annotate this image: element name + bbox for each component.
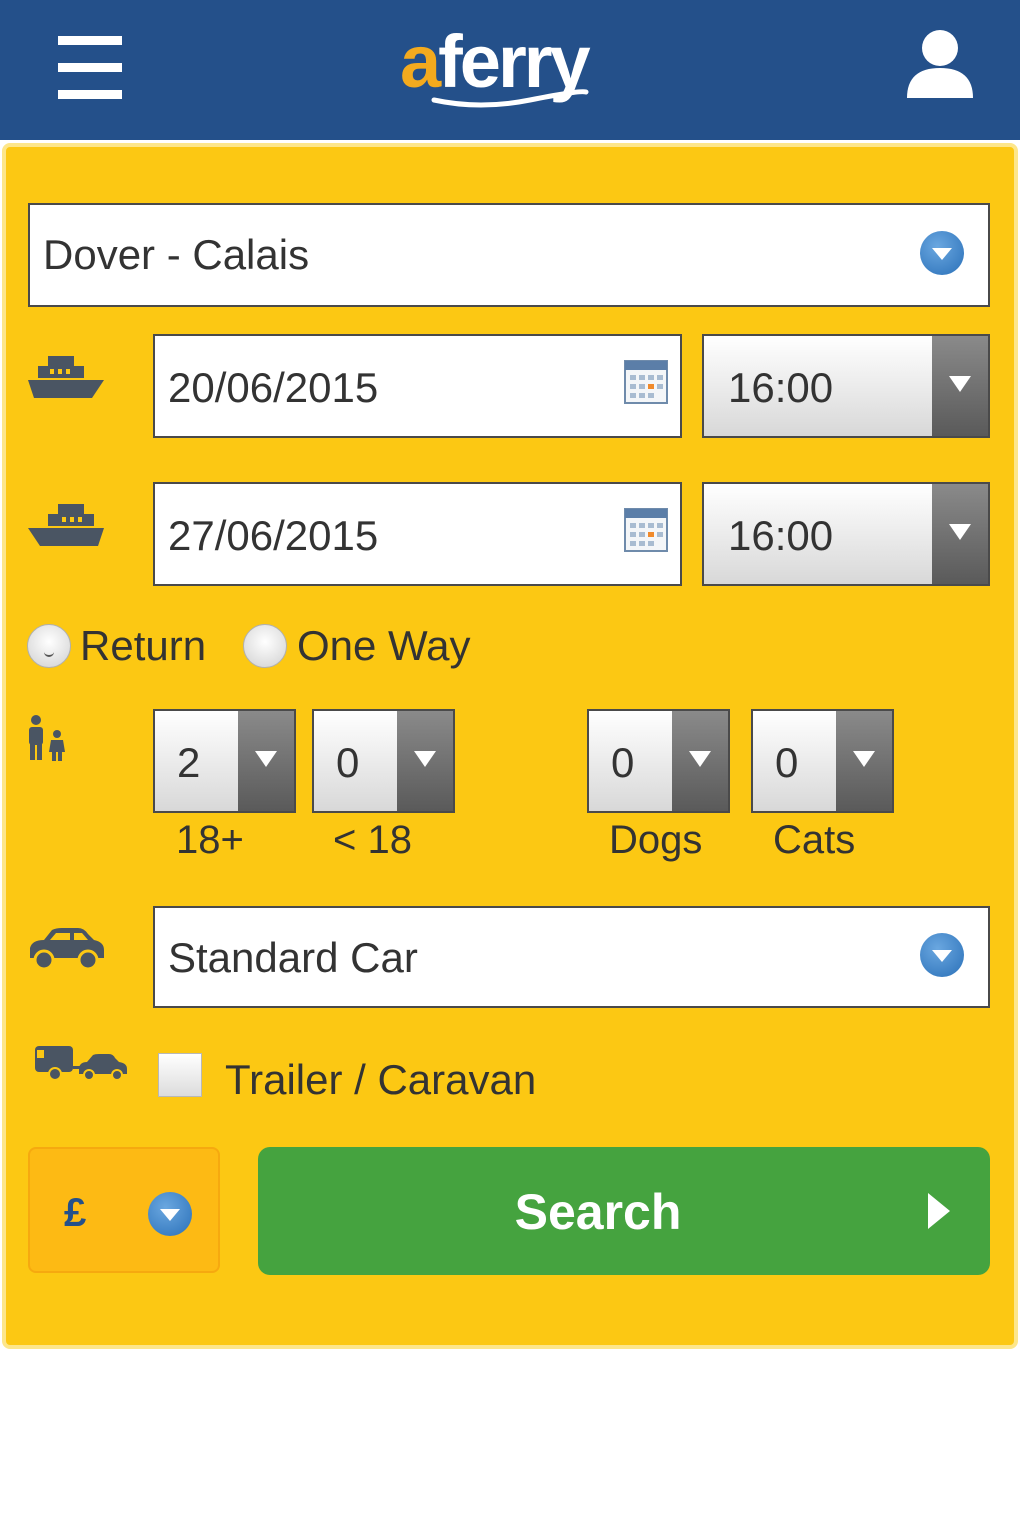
user-account-icon[interactable] <box>903 28 977 100</box>
chevron-down-icon <box>397 711 453 811</box>
return-date-field[interactable]: 27/06/2015 <box>153 482 682 586</box>
route-value: Dover - Calais <box>43 231 310 278</box>
ferry-return-icon <box>26 500 106 557</box>
family-icon <box>26 714 68 767</box>
search-button[interactable]: Search <box>258 1147 990 1275</box>
children-value: 0 <box>336 739 360 786</box>
logo-wave-icon <box>431 89 589 108</box>
chevron-down-icon <box>836 711 892 811</box>
dropdown-arrow-icon <box>920 933 964 977</box>
chevron-down-icon <box>672 711 728 811</box>
radio-one-way[interactable] <box>243 624 287 668</box>
dogs-select[interactable]: 0 <box>587 709 730 813</box>
outbound-date-value: 20/06/2015 <box>168 364 379 411</box>
radio-one-way-label[interactable]: One Way <box>297 622 471 670</box>
trailer-checkbox[interactable] <box>158 1053 202 1097</box>
cats-label: Cats <box>773 818 856 862</box>
vehicle-value: Standard Car <box>168 934 418 981</box>
car-trailer-icon <box>33 1044 129 1087</box>
car-icon <box>26 926 106 977</box>
app-header: aferry <box>0 0 1020 140</box>
play-arrow-icon <box>928 1193 950 1229</box>
children-label: < 18 <box>333 818 412 862</box>
ferry-outbound-icon <box>26 352 106 409</box>
adults-label: 18+ <box>176 818 244 862</box>
aferry-logo[interactable]: aferry <box>400 22 640 118</box>
calendar-icon[interactable] <box>624 508 668 552</box>
chevron-down-icon <box>932 336 988 436</box>
hamburger-menu-icon[interactable] <box>58 36 122 100</box>
currency-select[interactable]: £ <box>28 1147 220 1273</box>
search-button-label: Search <box>514 1184 682 1240</box>
return-time-select[interactable]: 16:00 <box>702 482 990 586</box>
chevron-down-icon <box>932 484 988 584</box>
radio-return[interactable] <box>27 624 71 668</box>
outbound-date-field[interactable]: 20/06/2015 <box>153 334 682 438</box>
dropdown-arrow-icon <box>148 1192 192 1236</box>
dropdown-arrow-icon <box>920 231 964 275</box>
adults-select[interactable]: 2 <box>153 709 296 813</box>
outbound-time-select[interactable]: 16:00 <box>702 334 990 438</box>
chevron-down-icon <box>238 711 294 811</box>
outbound-time-value: 16:00 <box>728 364 834 411</box>
children-select[interactable]: 0 <box>312 709 455 813</box>
cats-select[interactable]: 0 <box>751 709 894 813</box>
trailer-label[interactable]: Trailer / Caravan <box>225 1056 536 1104</box>
return-date-value: 27/06/2015 <box>168 512 379 559</box>
return-time-value: 16:00 <box>728 512 834 559</box>
route-select[interactable]: Dover - Calais <box>28 203 990 307</box>
dogs-value: 0 <box>611 739 635 786</box>
dogs-label: Dogs <box>609 818 703 862</box>
adults-value: 2 <box>177 739 201 786</box>
cats-value: 0 <box>775 739 799 786</box>
radio-return-label[interactable]: Return <box>80 622 206 670</box>
currency-symbol: £ <box>64 1191 87 1235</box>
vehicle-select[interactable]: Standard Car <box>153 906 990 1008</box>
calendar-icon[interactable] <box>624 360 668 404</box>
